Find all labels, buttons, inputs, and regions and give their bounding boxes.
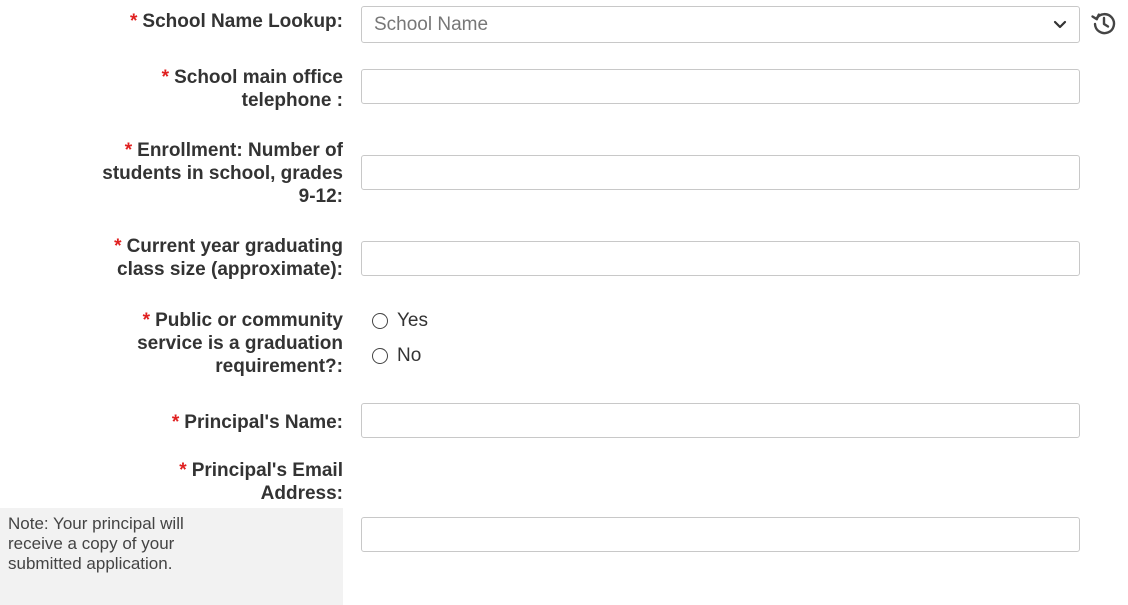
enrollment-label-line3: 9-12: (298, 186, 343, 207)
school-name-select[interactable]: School Name (361, 6, 1080, 43)
enrollment-label-line1: Enrollment: Number of (137, 140, 343, 161)
principal-email-label-line1: Principal's Email (191, 460, 343, 481)
chevron-down-icon[interactable] (1049, 15, 1071, 35)
class-size-label-line2: class size (approximate): (117, 259, 343, 280)
required-marker: * (171, 412, 180, 433)
radio-no-circle[interactable] (372, 348, 388, 364)
service-label: * Public or community service is a gradua… (0, 309, 343, 378)
enrollment-field[interactable] (361, 155, 1080, 190)
principal-name-field[interactable] (361, 403, 1080, 438)
service-label-line2: service is a graduation (137, 333, 343, 354)
school-lookup-label-text: School Name Lookup: (142, 11, 343, 32)
required-marker: * (179, 460, 187, 481)
service-label-line3: requirement?: (215, 356, 343, 377)
note-line3: submitted application. (8, 554, 173, 573)
radio-yes-circle[interactable] (372, 313, 388, 329)
class-size-field[interactable] (361, 241, 1080, 276)
required-marker: * (161, 67, 170, 88)
radio-no-label: No (397, 345, 422, 366)
principal-email-label-line2: Address: (260, 483, 343, 504)
note-line2: receive a copy of your (8, 534, 175, 553)
class-size-label-line1: Current year graduating (126, 236, 343, 257)
school-name-placeholder: School Name (374, 13, 489, 35)
phone-label-line1: School main office (174, 67, 343, 88)
required-marker: * (114, 236, 122, 257)
principal-name-label: * Principal's Name: (0, 411, 343, 434)
required-marker: * (124, 140, 133, 161)
radio-option-no[interactable]: No (372, 345, 421, 367)
radio-yes-label: Yes (397, 310, 428, 331)
note-line1: Note: Your principal will (8, 514, 184, 533)
school-lookup-label: * School Name Lookup: (0, 10, 343, 33)
required-marker: * (142, 310, 151, 331)
principal-name-label-text: Principal's Name: (184, 412, 343, 433)
radio-option-yes[interactable]: Yes (372, 310, 428, 332)
service-label-line1: Public or community (155, 310, 343, 331)
phone-label-line2: telephone : (241, 90, 343, 111)
phone-label: * School main office telephone : (0, 66, 343, 112)
required-marker: * (130, 11, 138, 32)
class-size-label: * Current year graduating class size (app… (0, 235, 343, 281)
principal-email-note: Note: Your principal will receive a copy… (0, 508, 343, 605)
history-icon[interactable] (1090, 9, 1118, 37)
enrollment-label: * Enrollment: Number of students in schoo… (0, 139, 343, 208)
principal-email-label: * Principal's Email Address: (0, 459, 343, 505)
enrollment-label-line2: students in school, grades (102, 163, 343, 184)
principal-email-field[interactable] (361, 517, 1080, 552)
phone-field[interactable] (361, 69, 1080, 104)
